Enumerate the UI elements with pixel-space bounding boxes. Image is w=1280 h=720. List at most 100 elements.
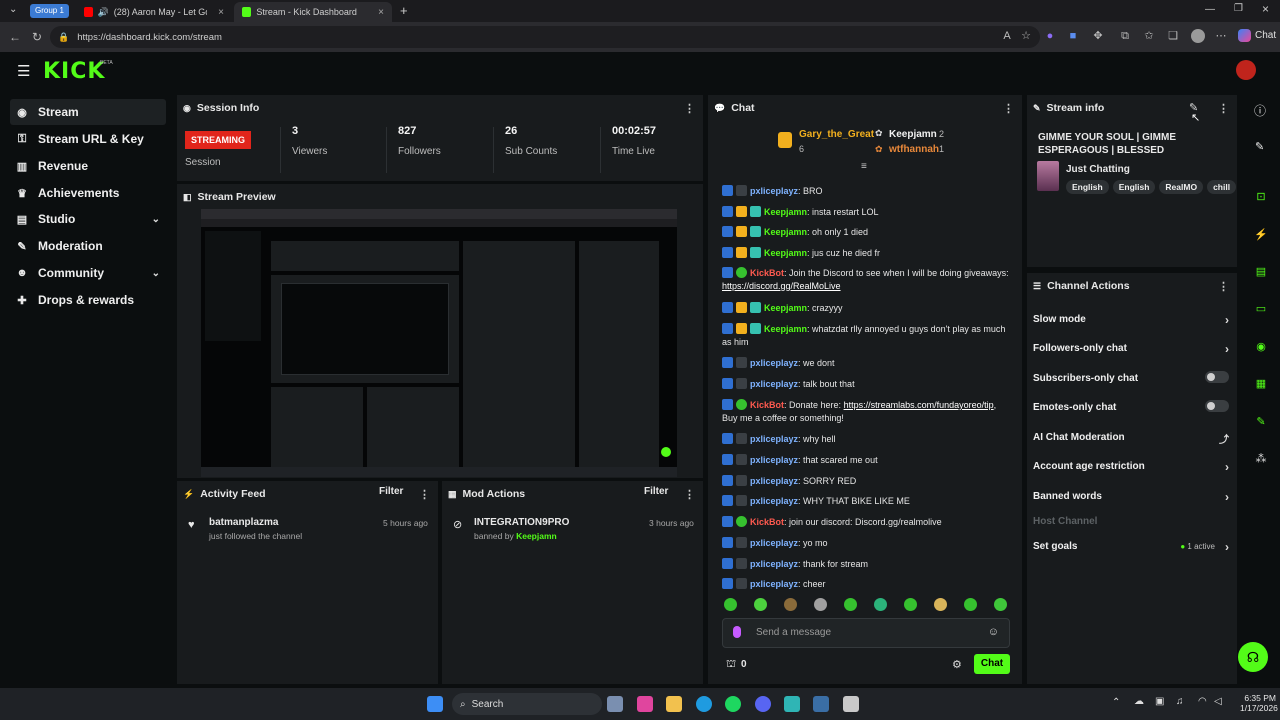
filter-button[interactable]: Filter (379, 486, 403, 497)
chat-username[interactable]: pxliceplayz (750, 455, 798, 465)
copilot-chat-button[interactable]: Chat (1238, 29, 1276, 42)
chat-link[interactable]: https://streamlabs.com/fundayoreo/tip (844, 400, 994, 410)
emote-icon[interactable] (994, 598, 1007, 611)
app-icon[interactable] (784, 696, 800, 712)
edit-pencil-icon[interactable]: ✎ (1255, 140, 1264, 153)
slow-mode-action[interactable]: Slow mode › (1033, 313, 1229, 327)
chat-username[interactable]: pxliceplayz (750, 538, 798, 548)
emote-icon[interactable] (964, 598, 977, 611)
favorites-icon[interactable]: ✩ (1143, 30, 1155, 42)
read-aloud-icon[interactable]: A (1001, 30, 1013, 42)
chevron-right-icon[interactable]: › (1225, 490, 1229, 504)
wrench-icon[interactable]: ✎ (1252, 413, 1270, 431)
chat-username[interactable]: pxliceplayz (750, 476, 798, 486)
screen-capture-icon[interactable]: ⊡ (1252, 188, 1270, 206)
sidebar-item-stream[interactable]: ◉ Stream (10, 99, 166, 125)
mod-target-user[interactable]: INTEGRATION9PRO (474, 517, 569, 528)
restore-icon[interactable]: ❐ (1234, 3, 1243, 14)
banned-words-action[interactable]: Banned words › (1033, 490, 1229, 504)
emotes-only-toggle[interactable] (1205, 400, 1229, 412)
sidebar-item-revenue[interactable]: ▥ Revenue (10, 153, 166, 179)
chat-bubble-icon[interactable]: ▭ (1252, 300, 1270, 318)
chat-username[interactable]: KickBot (750, 400, 784, 410)
chat-username[interactable]: pxliceplayz (750, 579, 798, 589)
close-icon[interactable]: × (378, 7, 384, 18)
hamburger-menu-icon[interactable]: ☰ (17, 62, 30, 80)
sidebar-item-studio[interactable]: ▤ Studio ⌄ (10, 206, 166, 232)
chat-username[interactable]: KickBot (750, 517, 784, 527)
minimize-icon[interactable]: — (1205, 4, 1215, 15)
document-icon[interactable]: ▤ (1252, 263, 1270, 281)
taskbar-search[interactable]: ⌕ Search (452, 693, 602, 715)
points-icon[interactable]: ⛫ (726, 658, 736, 672)
sidebar-item-achievements[interactable]: ♛ Achievements (10, 180, 166, 206)
chevron-down-icon[interactable]: ⌄ (152, 214, 160, 225)
user-avatar[interactable] (1236, 60, 1256, 80)
chat-username[interactable]: pxliceplayz (750, 434, 798, 444)
windows-start-icon[interactable] (427, 696, 443, 712)
chat-username[interactable]: Keepjamn (764, 227, 807, 237)
apps-icon[interactable]: ⁂ (1252, 450, 1270, 468)
more-vertical-icon[interactable]: ⋮ (684, 488, 695, 501)
more-vertical-icon[interactable]: ⋮ (1003, 102, 1014, 115)
wifi-icon[interactable]: ◠ (1198, 696, 1207, 707)
tab-group-label[interactable]: Group 1 (30, 4, 69, 18)
copilot-app-icon[interactable] (637, 696, 653, 712)
steam-icon[interactable] (813, 696, 829, 712)
set-goals-action[interactable]: Set goals ● 1 active › (1033, 540, 1229, 554)
app-icon[interactable] (843, 696, 859, 712)
emote-icon[interactable] (724, 598, 737, 611)
close-window-icon[interactable]: × (1262, 2, 1269, 16)
chat-send-button[interactable]: Chat (974, 654, 1010, 674)
chat-username[interactable]: KickBot (750, 268, 784, 278)
broadcast-icon[interactable]: ◉ (1252, 338, 1270, 356)
top-gifter-user[interactable]: Gary_the_Great (799, 129, 874, 140)
account-age-restriction-action[interactable]: Account age restriction › (1033, 460, 1229, 474)
close-icon[interactable]: × (218, 7, 224, 18)
tray-chevron-up-icon[interactable]: ⌃ (1112, 697, 1120, 708)
top-gifter-user[interactable]: Keepjamn (889, 129, 937, 140)
chat-username[interactable]: Keepjamn (764, 303, 807, 313)
pinned-collapse-icon[interactable]: ≡ (861, 161, 867, 172)
tab-menu-chevron-icon[interactable]: ⌄ (9, 4, 17, 15)
taskbar-clock[interactable]: 6:35 PM 1/17/2026 (1240, 693, 1278, 713)
more-vertical-icon[interactable]: ⋮ (1218, 280, 1229, 293)
discord-icon[interactable] (755, 696, 771, 712)
emote-icon[interactable] (874, 598, 887, 611)
emoji-icon[interactable]: ☺ (988, 626, 999, 638)
chevron-right-icon[interactable]: › (1225, 460, 1229, 474)
extension-icon[interactable]: ■ (1067, 30, 1079, 42)
sidebar-item-community[interactable]: ☻ Community ⌄ (10, 260, 166, 286)
stream-preview-video[interactable] (201, 209, 677, 477)
ai-chat-moderation-action[interactable]: AI Chat Moderation ⤴ (1033, 431, 1229, 446)
chat-username[interactable]: pxliceplayz (750, 186, 798, 196)
filter-button[interactable]: Filter (644, 486, 668, 497)
layout-icon[interactable]: ▦ (1252, 375, 1270, 393)
kick-logo[interactable]: KICK (43, 59, 105, 84)
back-icon[interactable]: ← (9, 30, 21, 44)
more-vertical-icon[interactable]: ⋮ (684, 102, 695, 115)
followers-only-chat-action[interactable]: Followers-only chat › (1033, 342, 1229, 356)
chat-username[interactable]: Keepjamn (764, 248, 807, 258)
mod-by-user[interactable]: Keepjamn (516, 531, 557, 541)
chat-username[interactable]: Keepjamn (764, 207, 807, 217)
tab-youtube[interactable]: 🔊 (28) Aaron May - Let Go (Aud × (76, 2, 232, 22)
collections-icon[interactable]: ❏ (1167, 30, 1179, 42)
spotify-icon[interactable] (725, 696, 741, 712)
support-headset-icon[interactable]: ☊ (1238, 642, 1268, 672)
emote-icon[interactable] (784, 598, 797, 611)
emote-icon[interactable] (934, 598, 947, 611)
file-explorer-icon[interactable] (666, 696, 682, 712)
extension-icon[interactable]: ● (1044, 30, 1056, 42)
chevron-right-icon[interactable]: › (1225, 342, 1229, 356)
chat-username[interactable]: pxliceplayz (750, 379, 798, 389)
chart-icon[interactable]: ⤴ (1219, 431, 1229, 446)
chat-username[interactable]: pxliceplayz (750, 559, 798, 569)
favorite-star-icon[interactable]: ☆ (1020, 30, 1032, 42)
url-bar[interactable]: 🔒 https://dashboard.kick.com/stream (50, 26, 1040, 48)
emote-icon[interactable] (754, 598, 767, 611)
chat-input-box[interactable]: Send a message ☺ (722, 618, 1010, 648)
activity-user[interactable]: batmanplazma (209, 517, 278, 528)
chevron-right-icon[interactable]: › (1225, 313, 1229, 327)
emote-icon[interactable] (814, 598, 827, 611)
